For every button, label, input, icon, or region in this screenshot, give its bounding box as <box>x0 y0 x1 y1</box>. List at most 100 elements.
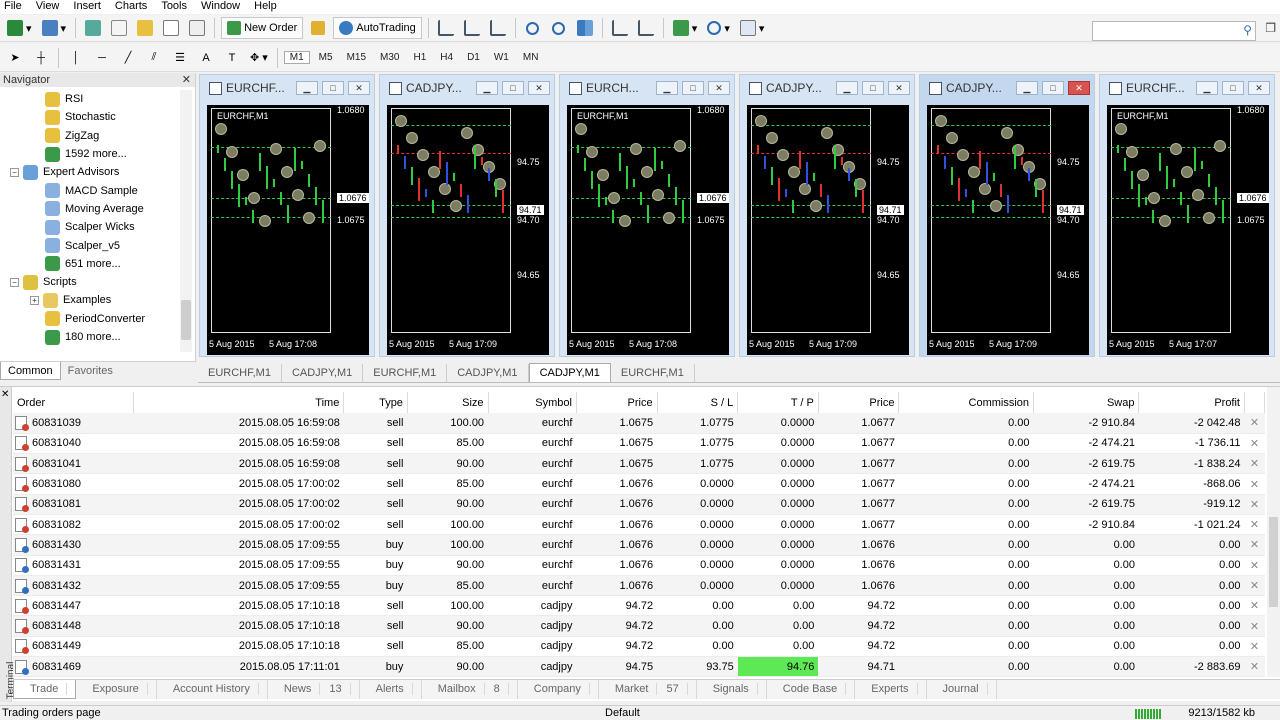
close-order-icon[interactable]: ✕ <box>1244 575 1265 597</box>
chart-canvas[interactable]: 94.75 94.71 94.70 94.65 5 Aug 2015 5 Aug 17:0… <box>747 105 909 355</box>
table-row[interactable]: 60831432 2015.08.05 17:09:55 buy 85.00 eurch… <box>13 575 1265 597</box>
navigator-close-icon[interactable]: ✕ <box>182 73 191 87</box>
table-row[interactable]: 60831039 2015.08.05 16:59:08 sell 100.00 eur… <box>13 413 1265 434</box>
terminal-tab[interactable]: News 13 <box>268 680 360 699</box>
navigator-item[interactable]: Moving Average <box>0 200 182 218</box>
chart-tab[interactable]: EURCHF,M1 <box>363 364 448 382</box>
column-header[interactable]: Type <box>343 392 408 413</box>
chart-canvas[interactable]: 94.75 94.71 94.70 94.65 5 Aug 2015 5 Aug 17:0… <box>387 105 549 355</box>
maximize-icon[interactable]: □ <box>682 81 704 95</box>
tree-toggle-icon[interactable]: + <box>30 295 39 305</box>
table-row[interactable]: 60831040 2015.08.05 16:59:08 sell 85.00 eurc… <box>13 433 1265 455</box>
column-header[interactable]: Profit <box>1138 392 1245 413</box>
timeframe-h4[interactable]: H4 <box>435 52 458 63</box>
chart-canvas[interactable]: EURCHF,M1 1.0680 1.0676 1.0675 5 Aug 2015 5 A… <box>207 105 369 355</box>
timeframe-w1[interactable]: W1 <box>489 52 514 63</box>
data-window-button[interactable] <box>108 17 130 39</box>
timeframe-m30[interactable]: M30 <box>375 52 404 63</box>
column-header[interactable]: S / L <box>657 392 739 413</box>
chart-canvas[interactable]: EURCHF,M1 1.0680 1.0676 1.0675 5 Aug 2015 5 A… <box>567 105 729 355</box>
menu-file[interactable]: File <box>0 0 29 14</box>
menu-window[interactable]: Window <box>194 0 247 14</box>
close-icon[interactable]: ✕ <box>708 81 730 95</box>
maximize-icon[interactable]: □ <box>322 81 344 95</box>
tester-button[interactable] <box>186 17 208 39</box>
navigator-item[interactable]: 651 more... <box>0 255 182 273</box>
maximize-icon[interactable]: □ <box>1042 81 1064 95</box>
crosshair-button[interactable]: ┼ <box>30 47 52 69</box>
chart-window[interactable]: EURCH... ▁ □ ✕ EURCHF,M1 1.0680 1.0676 1.0675 5 … <box>559 74 735 357</box>
minimize-icon[interactable]: ▁ <box>656 81 678 95</box>
navigator-item[interactable]: Scalper Wicks <box>0 218 182 236</box>
minimize-icon[interactable]: ▁ <box>836 81 858 95</box>
navigator-item[interactable]: − Scripts <box>0 273 182 291</box>
navigator-button[interactable] <box>134 17 156 39</box>
chart-tab[interactable]: CADJPY,M1 <box>447 364 529 382</box>
timeframe-m5[interactable]: M5 <box>314 52 338 63</box>
bar-chart-button[interactable] <box>435 17 457 39</box>
close-order-icon[interactable]: ✕ <box>1244 494 1265 515</box>
channel-button[interactable]: ⫽ <box>143 47 165 69</box>
search-input[interactable]: ⚲ <box>1092 21 1256 41</box>
chart-window[interactable]: EURCHF... ▁ □ ✕ EURCHF,M1 1.0680 1.0676 1.0675 5… <box>1099 74 1275 357</box>
market-watch-button[interactable] <box>82 17 104 39</box>
column-header[interactable]: Commission <box>898 392 1035 413</box>
autotrading-button[interactable]: AutoTrading <box>333 17 422 39</box>
maximize-icon[interactable]: □ <box>1222 81 1244 95</box>
menu-insert[interactable]: Insert <box>66 0 108 14</box>
table-row[interactable]: 60831431 2015.08.05 17:09:55 buy 90.00 eurch… <box>13 555 1265 576</box>
close-icon[interactable]: ✕ <box>348 81 370 95</box>
maximize-icon[interactable]: □ <box>502 81 524 95</box>
column-header[interactable]: Price <box>818 392 900 413</box>
close-icon[interactable]: ✕ <box>1068 81 1090 95</box>
close-order-icon[interactable]: ✕ <box>1244 615 1265 637</box>
navigator-item[interactable]: RSI <box>0 90 182 108</box>
navigator-item[interactable]: 180 more... <box>0 328 182 346</box>
table-row[interactable]: 60831082 2015.08.05 17:00:02 sell 100.00 eur… <box>13 514 1265 536</box>
chart-window[interactable]: EURCHF... ▁ □ ✕ EURCHF,M1 1.0680 1.0676 1.0675 5… <box>199 74 375 357</box>
maximize-icon[interactable]: □ <box>862 81 884 95</box>
chart-canvas[interactable]: 94.75 94.71 94.70 94.65 5 Aug 2015 5 Aug 17:0… <box>927 105 1089 355</box>
horizontal-line-button[interactable]: ─ <box>91 47 113 69</box>
cursor-button[interactable]: ➤ <box>4 47 26 69</box>
navigator-item[interactable]: Stochastic <box>0 108 182 126</box>
close-order-icon[interactable]: ✕ <box>1244 534 1265 556</box>
scrollbar-thumb[interactable] <box>181 300 191 340</box>
column-header[interactable]: Size <box>407 392 489 413</box>
table-row[interactable]: 60831469 2015.08.05 17:11:01 buy 90.00 cadjp… <box>13 656 1265 678</box>
terminal-tab[interactable]: Market 57 <box>599 680 697 699</box>
column-header[interactable]: Price <box>576 392 658 413</box>
timeframe-h1[interactable]: H1 <box>408 52 431 63</box>
zoom-in-button[interactable] <box>522 17 544 39</box>
table-row[interactable]: 60831447 2015.08.05 17:10:18 sell 100.00 cad… <box>13 595 1265 617</box>
minimize-icon[interactable]: ▁ <box>1016 81 1038 95</box>
column-header[interactable]: T / P <box>737 392 819 413</box>
menu-tools[interactable]: Tools <box>154 0 194 14</box>
minimize-icon[interactable]: ▁ <box>1196 81 1218 95</box>
navigator-item[interactable]: + Examples <box>0 291 182 309</box>
table-row[interactable]: 60831430 2015.08.05 17:09:55 buy 100.00 eurc… <box>13 534 1265 556</box>
trendline-button[interactable]: ╱ <box>117 47 139 69</box>
chart-shift-button[interactable] <box>609 17 631 39</box>
table-row[interactable]: 60831041 2015.08.05 16:59:08 sell 90.00 eurc… <box>13 453 1265 475</box>
close-order-icon[interactable]: ✕ <box>1244 433 1265 455</box>
new-order-button[interactable]: New Order <box>221 17 304 39</box>
tree-toggle-icon[interactable]: − <box>10 277 19 287</box>
column-header[interactable]: Symbol <box>488 392 577 413</box>
text-label-button[interactable]: T <box>221 47 243 69</box>
autoscroll-button[interactable] <box>635 17 657 39</box>
fibonacci-button[interactable]: ☰ <box>169 47 191 69</box>
column-header[interactable]: Order <box>13 392 134 413</box>
terminal-tab[interactable]: Journal <box>927 680 997 699</box>
terminal-tab[interactable]: Account History <box>157 680 268 699</box>
column-header[interactable]: Swap <box>1033 392 1140 413</box>
chart-tab-active[interactable]: CADJPY,M1 <box>528 363 611 382</box>
close-order-icon[interactable]: ✕ <box>1244 473 1265 495</box>
navigator-item[interactable]: − Expert Advisors <box>0 163 182 181</box>
timeframe-d1[interactable]: D1 <box>462 52 485 63</box>
vertical-line-button[interactable]: │ <box>65 47 87 69</box>
indicators-button[interactable]: ▾ <box>670 17 701 39</box>
timeframe-m1[interactable]: M1 <box>283 51 310 64</box>
minimize-icon[interactable]: ▁ <box>476 81 498 95</box>
column-header[interactable]: Time <box>133 392 345 413</box>
